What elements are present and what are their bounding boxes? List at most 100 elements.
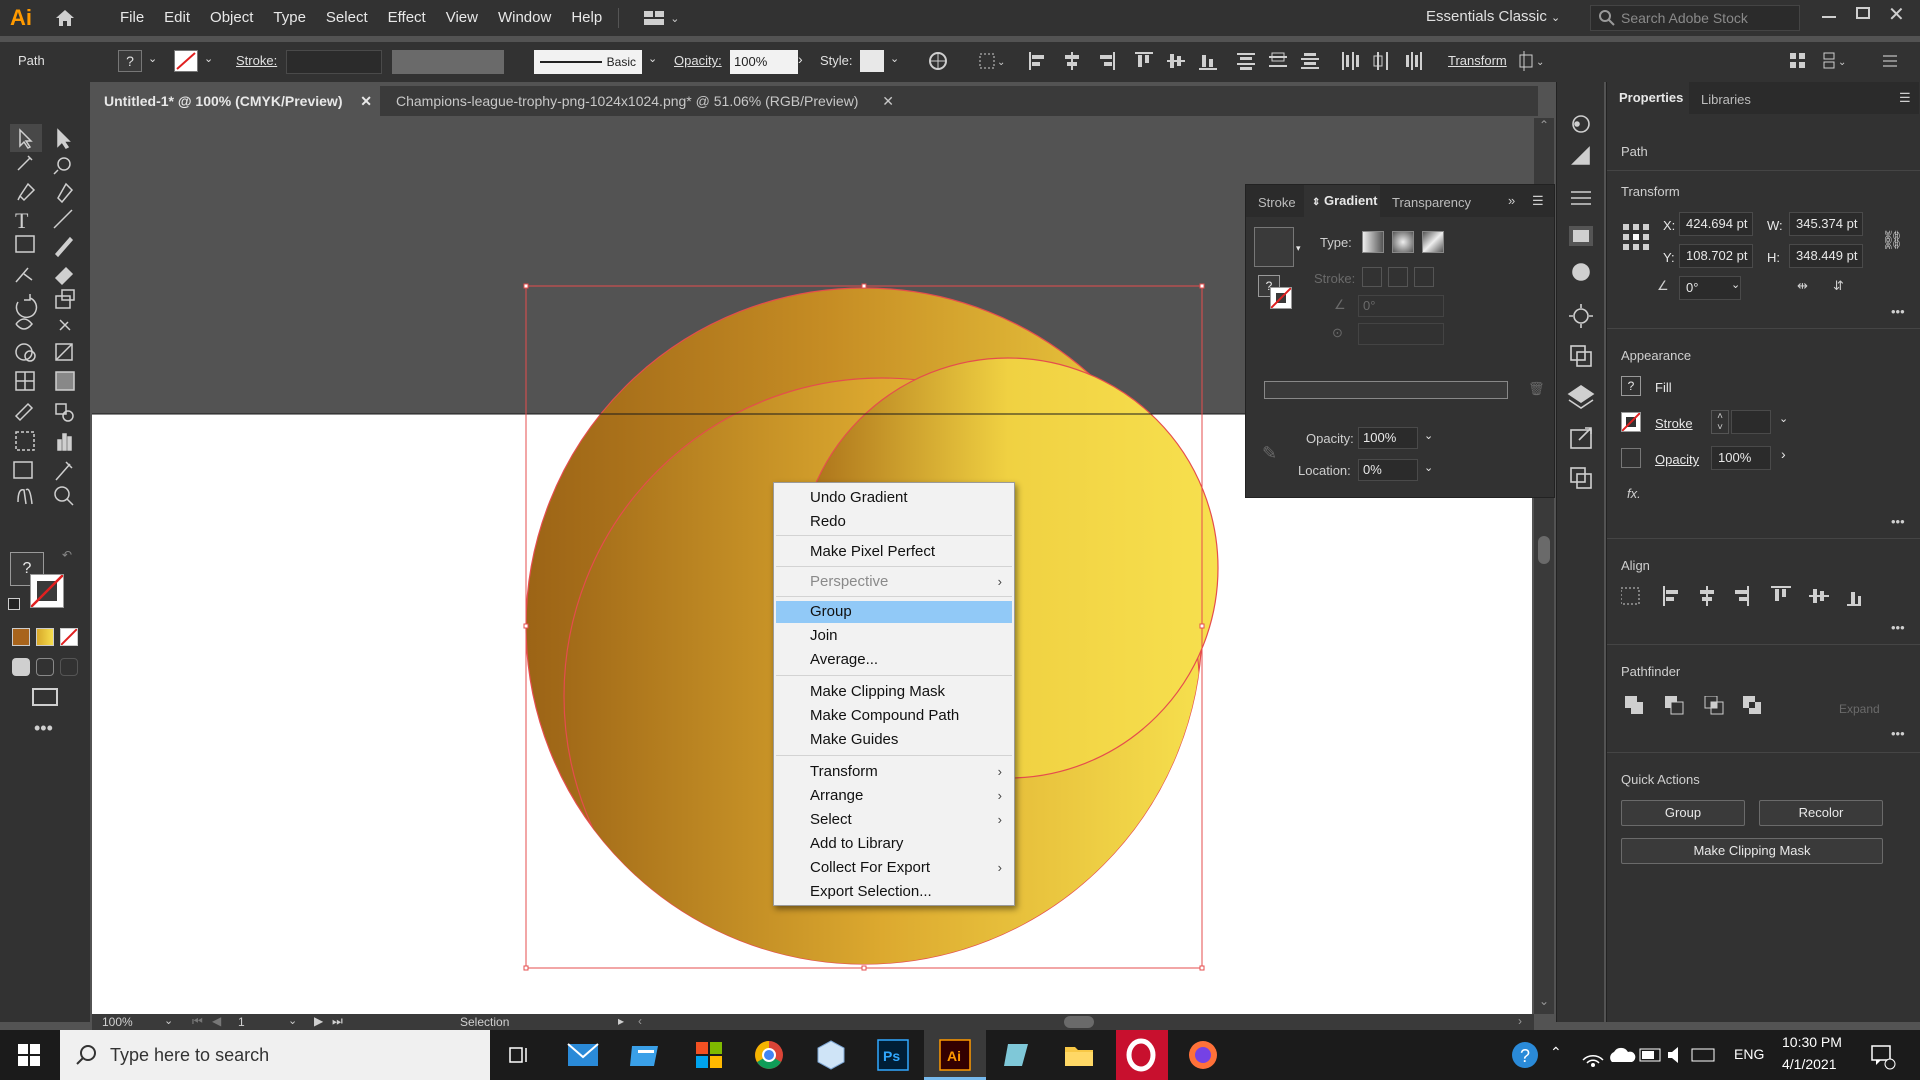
fill-swatch[interactable]: ? (1621, 376, 1641, 396)
file-explorer-icon[interactable] (1062, 1038, 1096, 1072)
chevron-right-icon[interactable]: › (798, 51, 803, 67)
panel-menu-icon[interactable] (1882, 52, 1898, 68)
menu-file[interactable]: File (110, 0, 154, 36)
color-panel-icon[interactable] (1565, 110, 1597, 140)
menu-make-clipping-mask[interactable]: Make Clipping Mask (776, 681, 1012, 703)
more-options-icon[interactable]: ••• (1891, 726, 1905, 741)
menu-make-guides[interactable]: Make Guides (776, 729, 1012, 751)
radial-gradient-icon[interactable] (1392, 231, 1414, 253)
none-mode-icon[interactable] (60, 628, 78, 646)
workspace-switcher[interactable]: Essentials Classic ⌄ (1426, 0, 1560, 36)
menu-group[interactable]: Group (776, 601, 1012, 623)
menu-make-pixel-perfect[interactable]: Make Pixel Perfect (776, 541, 1012, 563)
more-tools-icon[interactable]: ••• (34, 718, 53, 739)
tab-stroke[interactable]: Stroke (1258, 195, 1296, 210)
reference-point-icon[interactable] (1623, 224, 1649, 250)
transform-panel-icon[interactable] (1565, 344, 1597, 374)
freeform-gradient-icon[interactable] (1422, 231, 1444, 253)
magic-wand-tool-icon[interactable] (10, 154, 40, 182)
gradient-panel-icon[interactable] (1565, 224, 1597, 254)
properties-icon[interactable]: ⌄ (1822, 51, 1850, 71)
gradient-slider[interactable] (1264, 381, 1508, 399)
distribute-top-icon[interactable] (1236, 51, 1256, 71)
menu-make-compound-path[interactable]: Make Compound Path (776, 705, 1012, 727)
opacity-field[interactable]: 100% (1358, 427, 1418, 449)
draw-normal-icon[interactable] (12, 658, 30, 676)
zoom-tool-icon[interactable] (50, 486, 80, 514)
chevron-down-icon[interactable]: ⌄ (1731, 278, 1740, 291)
menu-undo-gradient[interactable]: Undo Gradient (776, 487, 1012, 509)
opacity-label[interactable]: Opacity: (674, 53, 722, 68)
chevron-down-icon[interactable]: ⌄ (148, 52, 157, 65)
column-graph-tool-icon[interactable] (50, 428, 80, 456)
recolor-artwork-icon[interactable] (928, 51, 948, 71)
screen-mode-icon[interactable] (32, 688, 58, 706)
stroke-swatch[interactable] (174, 50, 198, 72)
microsoft-store-icon[interactable] (692, 1038, 726, 1072)
tab-transparency[interactable]: Transparency (1392, 195, 1471, 210)
search-stock-input[interactable]: Search Adobe Stock (1590, 5, 1800, 31)
transparency-panel-icon[interactable] (1565, 258, 1597, 288)
menu-help[interactable]: Help (561, 0, 612, 36)
location-field[interactable]: 0% (1358, 459, 1418, 481)
fx-icon[interactable]: fx. (1627, 486, 1641, 501)
chevron-down-icon[interactable]: ⌄ (890, 52, 899, 65)
export-panel-icon[interactable] (1565, 426, 1597, 456)
stroke-weight-field[interactable] (1731, 410, 1771, 434)
fill-stroke-indicator[interactable]: ? (1258, 275, 1292, 309)
stroke-panel-icon[interactable] (1565, 186, 1597, 216)
graphic-style-swatch[interactable] (860, 50, 884, 72)
distribute-hcenter-icon[interactable] (1372, 51, 1392, 71)
menu-view[interactable]: View (436, 0, 488, 36)
chevron-down-icon[interactable]: ⌄ (164, 1014, 173, 1027)
tab-untitled[interactable]: Untitled-1* @ 100% (CMYK/Preview) ✕ (90, 86, 380, 116)
distribute-right-icon[interactable] (1404, 51, 1424, 71)
blend-tool-icon[interactable] (50, 398, 80, 426)
isolate-icon[interactable]: ⌄ (1518, 51, 1546, 71)
artboard-number-field[interactable]: 1 (238, 1015, 245, 1029)
chrome-icon[interactable] (752, 1038, 786, 1072)
opera-icon[interactable] (1124, 1038, 1158, 1072)
stroke-stepper[interactable]: ˄ ˅ (1711, 410, 1729, 434)
make-clipping-mask-button[interactable]: Make Clipping Mask (1621, 838, 1883, 864)
menu-redo[interactable]: Redo (776, 511, 1012, 533)
fill-swatch[interactable]: ? (118, 50, 142, 72)
draw-behind-icon[interactable] (36, 658, 54, 676)
firefox-icon[interactable] (1186, 1038, 1220, 1072)
w-field[interactable]: 345.374 pt (1789, 212, 1863, 236)
perspective-grid-tool-icon[interactable] (50, 340, 80, 368)
first-artboard-icon[interactable]: ⏮ (192, 1014, 203, 1029)
menu-edit[interactable]: Edit (154, 0, 200, 36)
align-hcenter-icon[interactable] (1062, 51, 1082, 71)
align-to-icon[interactable]: ⌄ (978, 52, 1006, 70)
eyedropper-icon[interactable]: ✎ (1262, 443, 1277, 464)
h-field[interactable]: 348.449 pt (1789, 244, 1863, 268)
chevron-right-icon[interactable]: › (1781, 446, 1786, 462)
restore-button[interactable] (1856, 7, 1870, 19)
close-icon[interactable]: ✕ (360, 86, 372, 116)
panel-menu-icon[interactable]: ☰ (1532, 193, 1544, 209)
menu-export-selection[interactable]: Export Selection... (776, 881, 1012, 903)
collapse-panel-icon[interactable]: » (1508, 193, 1515, 208)
hand-tool-icon[interactable] (10, 486, 40, 514)
chevron-down-icon[interactable]: ⌄ (1424, 429, 1433, 442)
transform-link[interactable]: Transform (1448, 53, 1507, 68)
next-artboard-icon[interactable]: ▶ (314, 1014, 323, 1028)
draw-inside-icon[interactable] (60, 658, 78, 676)
zoom-field[interactable]: 100% (102, 1015, 133, 1029)
artboard-tool-icon[interactable] (10, 458, 40, 486)
eyedropper-tool-icon[interactable] (10, 398, 40, 426)
type-tool-icon[interactable] (10, 210, 40, 238)
more-options-icon[interactable]: ••• (1891, 620, 1905, 635)
more-options-icon[interactable]: ••• (1891, 514, 1905, 529)
show-hidden-icons[interactable]: ⌃ (1550, 1044, 1562, 1061)
notifications-icon[interactable] (1864, 1038, 1898, 1072)
color-mode-icon[interactable] (12, 628, 30, 646)
menu-window[interactable]: Window (488, 0, 561, 36)
menu-object[interactable]: Object (200, 0, 263, 36)
menu-effect[interactable]: Effect (378, 0, 436, 36)
warp-tool-icon[interactable] (10, 314, 40, 342)
mesh-tool-icon[interactable] (10, 368, 40, 396)
gradient-mode-icon[interactable] (36, 628, 54, 646)
mail-icon[interactable] (566, 1038, 600, 1072)
